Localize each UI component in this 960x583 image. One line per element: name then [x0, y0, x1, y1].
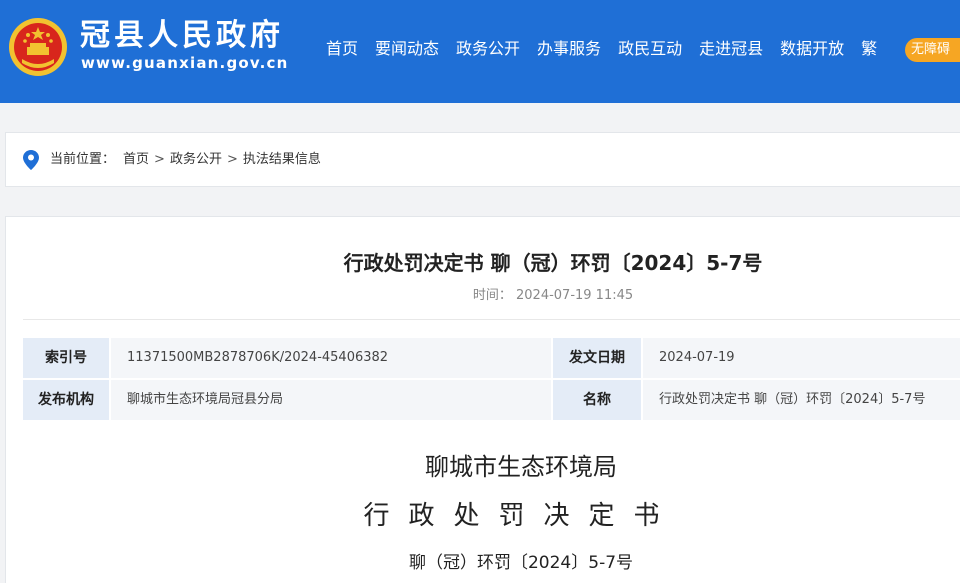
main-nav: 首页 要闻动态 政务公开 办事服务 政民互动 走进冠县 数据开放 繁 [326, 37, 886, 61]
time-value: 2024-07-19 11:45 [516, 288, 634, 303]
index-number-value: 11371500MB2878706K/2024-45406382 [111, 338, 551, 378]
nav-item-interaction[interactable]: 政民互动 [618, 37, 682, 61]
accessibility-button[interactable]: 无障碍 [905, 38, 960, 62]
document-time: 时间： 2024-07-19 11:45 [6, 284, 960, 303]
info-row: 发布机构 聊城市生态环境局冠县分局 名称 行政处罚决定书 聊（冠）环罚〔2024… [23, 380, 960, 420]
publisher-label: 发布机构 [23, 380, 109, 420]
time-label: 时间： [472, 288, 512, 303]
divider [23, 319, 960, 320]
issue-date-label: 发文日期 [553, 338, 641, 378]
nav-item-about[interactable]: 走进冠县 [699, 37, 763, 61]
nav-item-news[interactable]: 要闻动态 [375, 37, 439, 61]
breadcrumb: 当前位置： 首页 > 政务公开 > 执法结果信息 [5, 132, 960, 187]
publisher-value: 聊城市生态环境局冠县分局 [111, 380, 551, 420]
nav-item-open-data[interactable]: 数据开放 [780, 37, 844, 61]
traditional-chinese-toggle[interactable]: 繁 [861, 37, 877, 61]
doc-name-value: 行政处罚决定书 聊（冠）环罚〔2024〕5-7号 [643, 380, 960, 420]
document-panel: 行政处罚决定书 聊（冠）环罚〔2024〕5-7号 时间： 2024-07-19 … [5, 216, 960, 583]
breadcrumb-home[interactable]: 首页 [123, 151, 149, 169]
site-url: www.guanxian.gov.cn [81, 54, 289, 72]
breadcrumb-separator: > [154, 152, 165, 167]
breadcrumb-public-affairs[interactable]: 政务公开 [170, 151, 222, 169]
site-title[interactable]: 冠县人民政府 [80, 18, 284, 54]
document-number: 聊（冠）环罚〔2024〕5-7号 [408, 553, 634, 573]
breadcrumb-separator: > [226, 152, 238, 167]
issue-date-value: 2024-07-19 [643, 338, 960, 378]
location-pin-icon [23, 150, 39, 170]
nav-item-services[interactable]: 办事服务 [537, 37, 601, 61]
nav-item-public-affairs[interactable]: 政务公开 [456, 37, 520, 61]
issuing-authority: 聊城市生态环境局 [425, 453, 617, 481]
nav-item-home[interactable]: 首页 [326, 37, 358, 61]
breadcrumb-enforcement-results[interactable]: 执法结果信息 [243, 151, 321, 169]
site-header: 冠县人民政府 www.guanxian.gov.cn 首页 要闻动态 政务公开 … [0, 0, 960, 103]
doc-name-label: 名称 [553, 380, 641, 420]
decision-heading: 行政处罚决定书 [363, 501, 679, 531]
breadcrumb-label: 当前位置： [50, 152, 116, 167]
document-info-table: 索引号 11371500MB2878706K/2024-45406382 发文日… [23, 338, 960, 422]
national-emblem-icon[interactable] [8, 17, 68, 77]
info-row: 索引号 11371500MB2878706K/2024-45406382 发文日… [23, 338, 960, 378]
document-title: 行政处罚决定书 聊（冠）环罚〔2024〕5-7号 [343, 251, 763, 275]
index-number-label: 索引号 [23, 338, 109, 378]
